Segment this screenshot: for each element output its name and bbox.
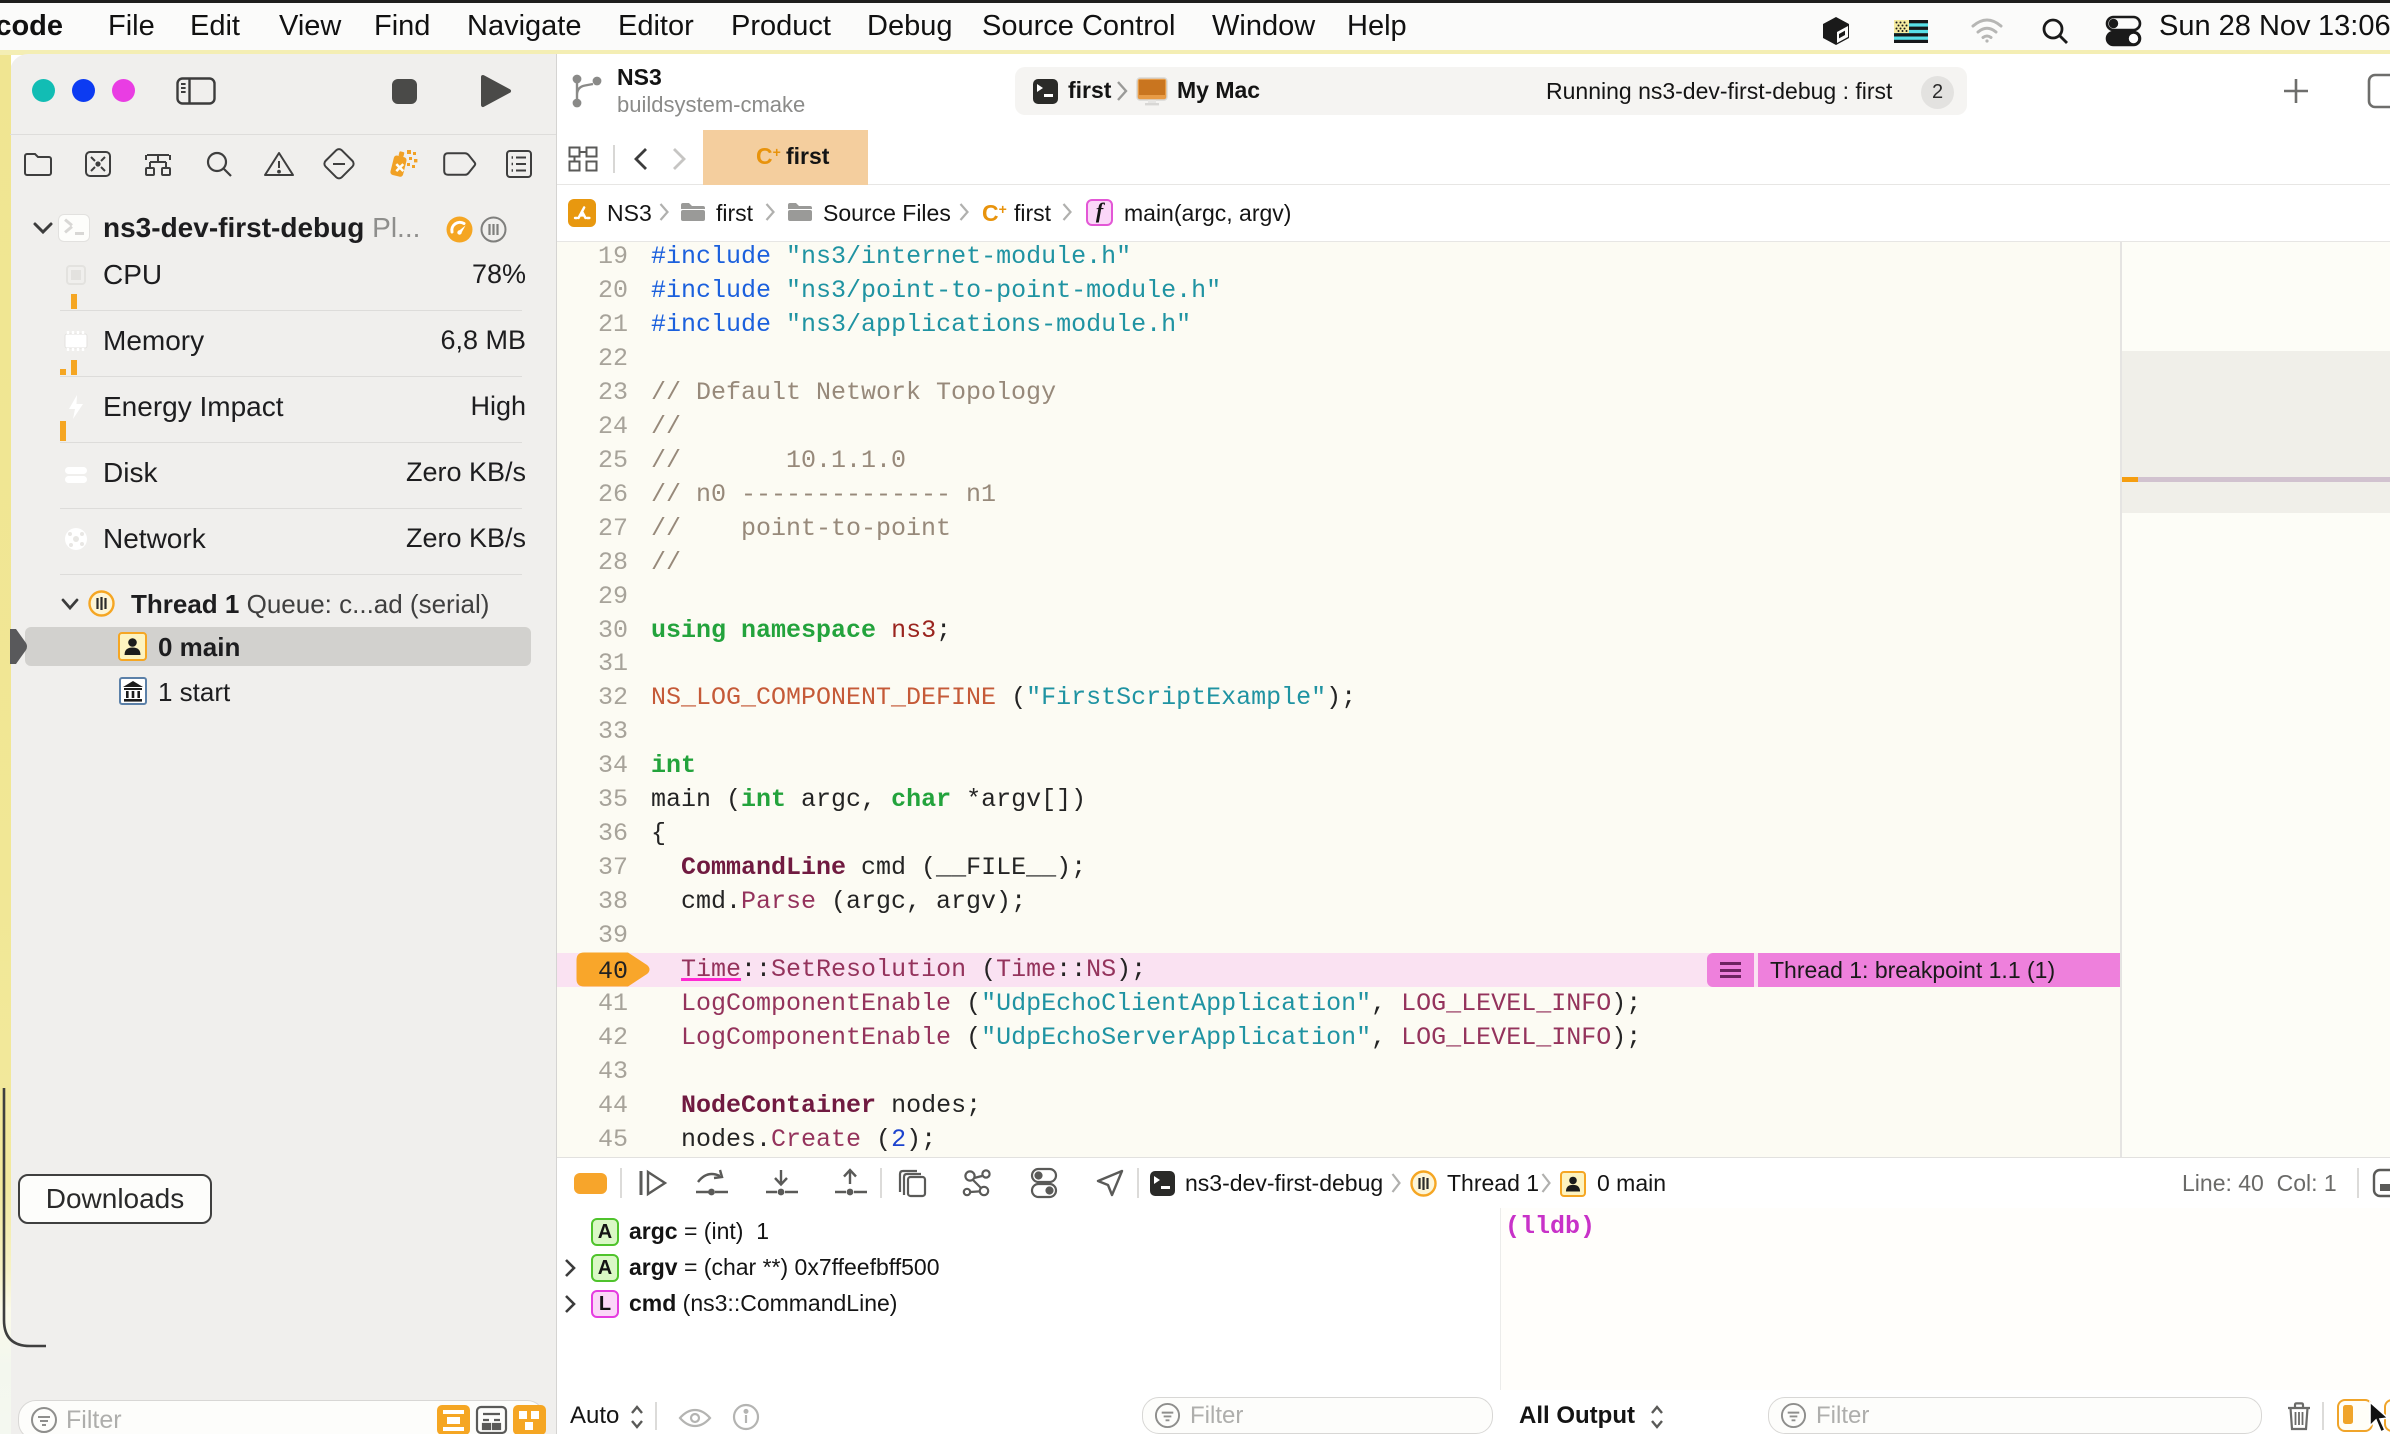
svg-text:40: 40 [598, 957, 628, 986]
